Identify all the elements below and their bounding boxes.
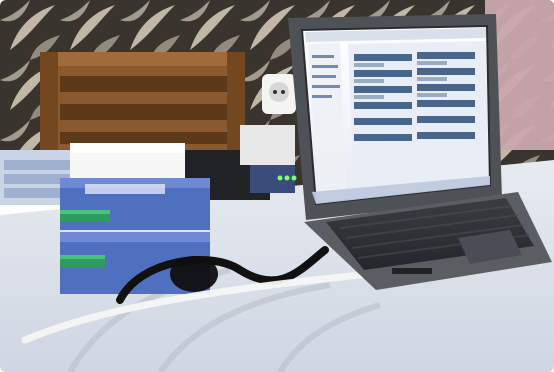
green-terminals-bottom <box>60 255 105 267</box>
wall-socket <box>262 74 296 114</box>
led-3 <box>291 175 297 181</box>
scene-svg <box>0 0 554 372</box>
black-object <box>170 256 218 292</box>
green-terminals-top <box>60 210 110 222</box>
led-1 <box>277 175 283 181</box>
side-ports <box>392 268 432 274</box>
wooden-crate <box>40 52 245 154</box>
screen-ui <box>305 28 490 204</box>
led-2 <box>284 175 290 181</box>
photo <box>0 0 554 372</box>
blue-device-top <box>60 178 210 230</box>
